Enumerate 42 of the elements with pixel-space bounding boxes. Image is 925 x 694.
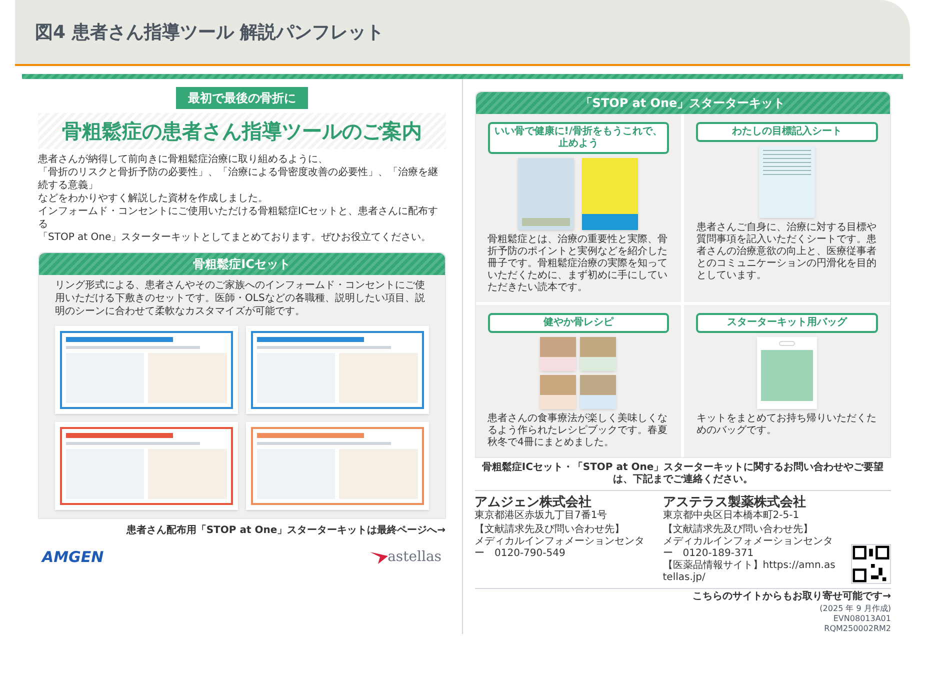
company-address: 東京都港区赤坂九丁目7番1号 [474,510,608,522]
last-page-link[interactable]: 患者さん配布用「STOP at One」スターターキットは最終ページへ→ [126,523,446,538]
booklet-cover [518,158,574,230]
kit-item-label: いい骨で健康に!/骨折をもうこれで、止めよう [488,122,670,154]
kit-item-description: キットをまとめてお持ち帰りいただくためのバッグです。 [696,413,878,437]
kit-item-label: わたしの目標記入シート [696,122,878,142]
amgen-logo: AMGEN [42,547,104,568]
company-name: アムジェン株式会社 [474,495,592,510]
qr-code-icon [851,544,891,584]
astellas-logo: astellas [388,548,442,567]
ic-set-header: 骨粗鬆症ICセット [39,253,444,275]
worksheet-drawing [759,146,816,218]
document-code: EVN08013A01 [833,614,891,624]
kit-header: 「STOP at One」スターターキット [476,92,890,114]
kit-item-description: 患者さんの食事療法が楽しく美味しくなるよう作られたレシピブックです。春夏秋冬で4冊にまとめました。 [488,413,668,449]
swoosh-icon [370,550,388,564]
qr-note: こちらのサイトからもお取り寄せ可能です→ [692,589,891,604]
contact-line: メディカルインフォメーションセンター 0120-790-549 [474,536,646,560]
contact-line: メディカルインフォメーションセンター 0120-189-371 [662,536,834,560]
document-code: (2025 年 9 月作成) [820,604,891,614]
intro-text: などをわかりやすく解説した資材を作成しました。 [38,192,269,205]
kit-item-label: スターターキット用バッグ [696,313,878,333]
bag-drawing [757,337,818,409]
ic-set-description: リング形式による、患者さんやそのご家族へのインフォームド・コンセントにご使用いただける下敷きのセットです。医師・OLSなどの各職種、説明したい項目、説明のシーンに合わせて柔軟なカスタマイズが可能です。 [54,278,426,318]
intro-text: 「骨折のリスクと骨折予防の必要性」、「治療による骨密度改善の必要性」、「治療を継続する意義」 [38,166,439,192]
contact-line: 【文献請求先及び問い合わせ先】 [662,524,814,536]
page-title: 図4 患者さん指導ツール 解説パンフレット [35,20,384,44]
intro-text: 患者さんが納得して前向きに骨粗鬆症治療に取り組めるように、 [38,153,329,166]
contact-intro: 骨粗鬆症ICセット・「STOP at One」スターターキットに関するお問い合わせやご要望は、下記までご連絡ください。 [474,462,891,491]
intro-text: インフォームド・コンセントにご使用いただける骨粗鬆症ICセットと、患者さんに配布する [38,205,439,231]
contact-line: 【文献請求先及び問い合わせ先】 [474,524,626,536]
intro-text: 「STOP at One」スターターキットとしてまとめております。ぜひお役立てください。 [38,231,432,244]
title-banner: 骨粗鬆症の患者さん指導ツールのご案内 [38,113,446,149]
kit-item-description: 患者さんご自身に、治療に対する目標や質問事項を記入いただくシートです。患者さんの治療意欲の向上と、医療従事者とのコミュニケーションの円滑化を目的としています。 [696,222,878,282]
booklet-cover [582,158,638,230]
kit-item-label: 健やか骨レシピ [488,313,670,333]
tagline-badge: 最初で最後の骨折に [176,87,308,109]
document-code: RQM250002RM2 [824,624,891,634]
company-address: 東京都中央区日本橋本町2-5-1 [662,510,800,522]
company-name: アステラス製薬株式会社 [662,495,807,510]
kit-item-description: 骨粗鬆症とは、治療の重要性と実際、骨折予防のポイントと実例などを紹介した冊子です。骨粗鬆症治療の実際を知っていただくために、まず初めに手にしていただきたい読本です。 [488,234,668,294]
contact-line: 【医薬品情報サイト】https://amn.astellas.jp/ [662,560,836,584]
